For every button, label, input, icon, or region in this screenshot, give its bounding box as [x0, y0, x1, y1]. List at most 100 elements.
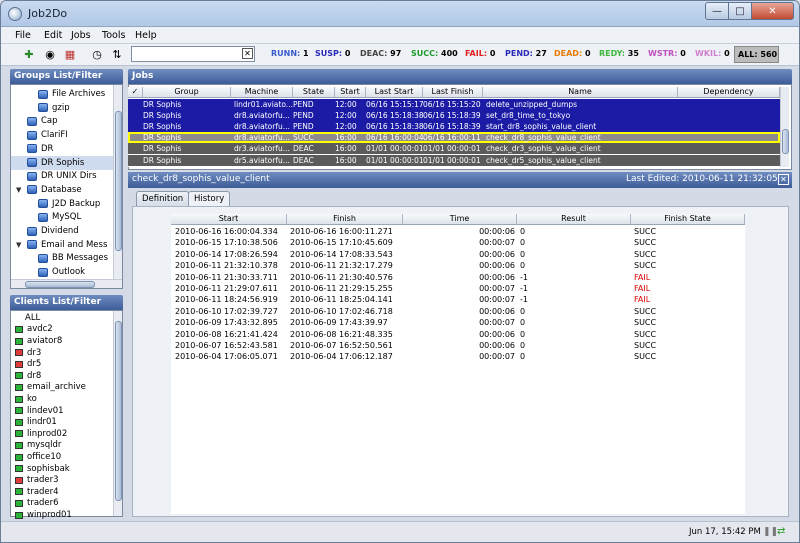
history-row[interactable]: 2010-06-11 18:24:56.919 2010-06-11 18:25:… — [171, 294, 745, 305]
status-susp[interactable]: SUSP: 0 — [315, 49, 350, 58]
history-row[interactable]: 2010-06-08 16:21:41.424 2010-06-08 16:21:… — [171, 329, 745, 340]
tree-item[interactable]: ClariFI — [27, 128, 68, 142]
job-row[interactable]: DR Sophis dr8.aviatorfu... SUCC 16:00 06/16 … — [128, 132, 780, 144]
client-item[interactable]: linprod02 — [15, 428, 67, 440]
jobs-col-group[interactable]: Group — [143, 87, 231, 98]
refresh-icon[interactable]: ⇄ — [777, 526, 785, 537]
tree-item[interactable]: MySQL — [38, 210, 81, 224]
status-succ[interactable]: SUCC: 400 — [411, 49, 458, 58]
history-col-finish[interactable]: Finish — [287, 214, 403, 225]
tree-item[interactable]: DR — [27, 142, 53, 156]
tree-item[interactable]: Cap — [27, 114, 58, 128]
jobs-col-last-start[interactable]: Last Start — [366, 87, 423, 98]
client-item[interactable]: trader3 — [15, 474, 59, 486]
history-row[interactable]: 2010-06-14 17:08:26.594 2010-06-14 17:08:… — [171, 249, 745, 260]
status-redy[interactable]: REDY: 35 — [599, 49, 639, 58]
job-row[interactable]: DR Sophis lindr01.aviato... PEND 12:00 06/16… — [128, 99, 780, 110]
client-item[interactable]: lindr01 — [15, 416, 57, 428]
client-item[interactable]: trader4 — [15, 486, 59, 498]
client-item[interactable]: dr3 — [15, 347, 41, 359]
jobs-col-last-finish[interactable]: Last Finish — [423, 87, 483, 98]
client-item[interactable]: mysqldr — [15, 440, 61, 452]
tab-history[interactable]: History — [188, 191, 231, 206]
binoculars-icon[interactable]: ◉ — [42, 46, 58, 62]
pause-icon[interactable]: ❚❚ — [763, 527, 778, 537]
tree-item[interactable]: J2D Backup — [38, 197, 100, 211]
job-filter-input[interactable] — [131, 46, 255, 62]
tree-item[interactable]: Dividend — [27, 224, 79, 238]
tree-item[interactable]: DR Sophis — [11, 155, 113, 170]
jobs-col-dependency[interactable]: Dependency — [678, 87, 780, 98]
client-item[interactable]: ALL — [25, 312, 40, 324]
maximize-button[interactable]: □ — [728, 2, 752, 20]
minimize-button[interactable]: — — [705, 2, 729, 20]
new-job-icon[interactable]: ✚ — [21, 46, 37, 62]
job-row[interactable]: DR Sophis dr8.aviatorfu... PEND 12:00 06/16 … — [128, 110, 780, 122]
job-row[interactable]: DR Sophis dr3.aviatorfu... DEAC 16:00 01/01 … — [128, 143, 780, 155]
jobs-col-check[interactable]: ✓ — [128, 87, 143, 98]
history-row[interactable]: 2010-06-10 17:02:39.727 2010-06-10 17:02:… — [171, 306, 745, 317]
client-item[interactable]: sophisbak — [15, 463, 70, 475]
client-item[interactable]: winprod01 — [15, 509, 72, 521]
history-col-result[interactable]: Result — [517, 214, 631, 225]
history-row[interactable]: 2010-06-04 17:06:05.071 2010-06-04 17:06:… — [171, 351, 745, 362]
status-dead[interactable]: DEAD: 0 — [554, 49, 591, 58]
client-item[interactable]: dr5 — [15, 358, 41, 370]
jobs-col-machine[interactable]: Machine — [231, 87, 293, 98]
tree-item[interactable]: ▼ Database — [16, 183, 82, 197]
tree-item[interactable]: gzip — [38, 101, 70, 115]
client-item[interactable]: trader6 — [15, 498, 59, 510]
close-button[interactable]: ✕ — [751, 2, 794, 20]
history-row[interactable]: 2010-06-07 16:52:43.581 2010-06-07 16:52:… — [171, 340, 745, 351]
history-row[interactable]: 2010-06-11 21:29:07.611 2010-06-11 21:29:… — [171, 283, 745, 294]
menu-edit[interactable]: Edit — [44, 30, 62, 41]
jobs-vscroll[interactable] — [780, 87, 789, 167]
client-item[interactable]: dr8 — [15, 370, 41, 382]
tree-item[interactable]: ▼ Email and Mess — [16, 238, 107, 252]
tree-item[interactable]: DR UNIX Dirs — [27, 169, 97, 183]
clients-scroll-thumb[interactable] — [115, 321, 122, 501]
tree-item[interactable]: Outlook — [38, 265, 85, 279]
jobs-col-state[interactable]: State — [293, 87, 335, 98]
history-row[interactable]: 2010-06-16 16:00:04.334 2010-06-16 16:00:… — [171, 226, 745, 237]
client-item[interactable]: aviator8 — [15, 335, 62, 347]
menu-file[interactable]: File — [15, 30, 31, 41]
history-col-start[interactable]: Start — [171, 214, 287, 225]
clear-filter-icon[interactable]: ✕ — [242, 48, 253, 59]
sort-icon[interactable]: ⇅ — [109, 46, 125, 62]
jobs-col-name[interactable]: Name — [483, 87, 678, 98]
groups-hscroll-thumb[interactable] — [25, 281, 95, 288]
client-item[interactable]: ko — [15, 393, 37, 405]
status-wstr[interactable]: WSTR: 0 — [648, 49, 686, 58]
client-item[interactable]: office10 — [15, 451, 61, 463]
status-pend[interactable]: PEND: 27 — [505, 49, 547, 58]
clock-icon[interactable]: ◷ — [89, 46, 105, 62]
history-row[interactable]: 2010-06-15 17:10:38.506 2010-06-15 17:10:… — [171, 237, 745, 248]
tree-item[interactable]: File Archives — [38, 87, 105, 101]
jobs-scroll-thumb[interactable] — [782, 129, 789, 154]
history-row[interactable]: 2010-06-09 17:43:32.895 2010-06-09 17:43:… — [171, 317, 745, 328]
clients-vscroll[interactable] — [113, 311, 122, 516]
menu-jobs[interactable]: Jobs — [71, 30, 91, 41]
status-wkil[interactable]: WKIL: 0 — [695, 49, 730, 58]
client-item[interactable]: avdc2 — [15, 324, 53, 336]
menu-help[interactable]: Help — [135, 30, 157, 41]
expand-arrow-icon[interactable]: ▼ — [16, 186, 24, 194]
groups-scroll-thumb[interactable] — [115, 111, 122, 251]
calendar-icon[interactable]: ▦ — [62, 46, 78, 62]
groups-vscroll[interactable] — [113, 85, 122, 279]
jobs-col-start[interactable]: Start — [335, 87, 366, 98]
groups-hscroll[interactable] — [11, 279, 122, 288]
expand-arrow-icon[interactable]: ▼ — [16, 241, 24, 249]
job-row[interactable]: DR Sophis dr8.aviatorfu... PEND 12:00 06/16 … — [128, 121, 780, 133]
status-fail[interactable]: FAIL: 0 — [465, 49, 495, 58]
status-deac[interactable]: DEAC: 97 — [360, 49, 401, 58]
status-runn[interactable]: RUNN: 1 — [271, 49, 309, 58]
history-col-time[interactable]: Time — [403, 214, 517, 225]
tree-item[interactable]: BB Messages — [38, 251, 108, 265]
status-all[interactable]: ALL: 560 — [734, 46, 779, 63]
tab-definition[interactable]: Definition — [136, 191, 190, 206]
title-bar[interactable]: Job2Do — □ ✕ — [1, 1, 799, 27]
history-col-finish-state[interactable]: Finish State — [631, 214, 745, 225]
client-item[interactable]: lindev01 — [15, 405, 64, 417]
